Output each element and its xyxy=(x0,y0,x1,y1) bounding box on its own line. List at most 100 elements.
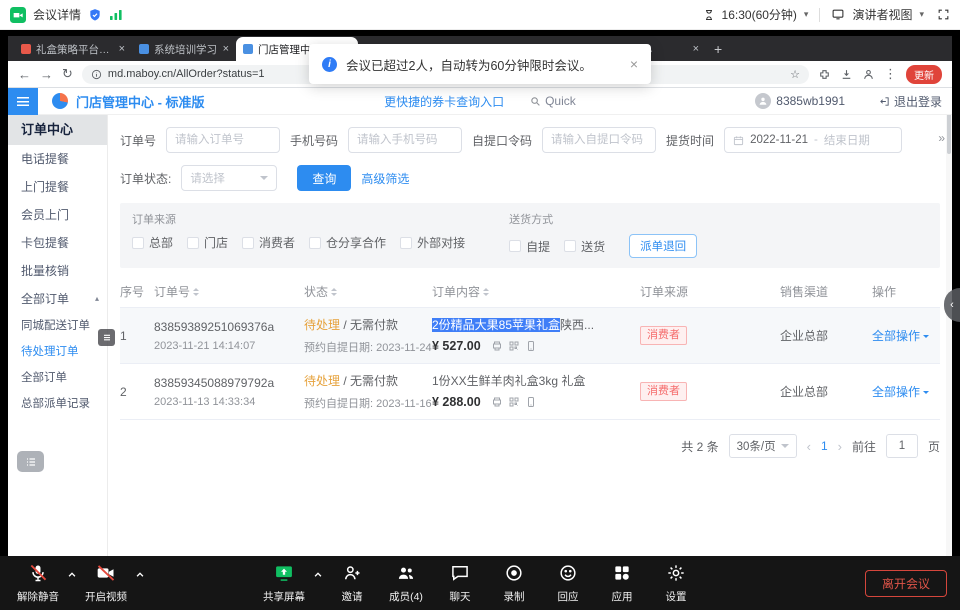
page-unit: 页 xyxy=(928,438,940,455)
filter-collapse-icon[interactable]: » xyxy=(938,131,945,145)
logout-button[interactable]: 退出登录 xyxy=(879,93,942,110)
row-actions-dropdown[interactable]: 全部操作 xyxy=(872,383,940,400)
next-page-button[interactable]: › xyxy=(838,439,842,454)
download-icon[interactable] xyxy=(840,68,853,81)
sidebar-item-hq-dispatch-records[interactable]: 总部派单记录 xyxy=(8,391,107,417)
cell-order-no: 83859345088979792a 2023-11-13 14:33:34 xyxy=(154,376,304,408)
checkbox-source-warehouse-coop[interactable]: 仓分享合作 xyxy=(309,234,386,251)
portal-header: 门店管理中心 - 标准版 更快捷的券卡查询入口 Quick 8385wb1991 xyxy=(8,88,952,115)
record-button[interactable]: 录制 xyxy=(488,556,540,604)
chat-button[interactable]: 聊天 xyxy=(434,556,486,604)
extensions-icon[interactable] xyxy=(818,68,831,81)
coupon-query-link[interactable]: 更快捷的券卡查询入口 xyxy=(384,93,504,110)
sidebar-drag-handle[interactable] xyxy=(98,329,115,346)
sidebar-menu-button[interactable] xyxy=(17,451,44,472)
share-screen-button[interactable]: 共享屏幕 xyxy=(258,556,310,604)
checkbox-source-consumer[interactable]: 消费者 xyxy=(242,234,295,251)
qrcode-icon[interactable] xyxy=(508,396,520,411)
checkbox-source-store[interactable]: 门店 xyxy=(187,234,228,251)
hamburger-menu-icon[interactable] xyxy=(8,88,38,115)
qrcode-icon[interactable] xyxy=(508,340,520,355)
checkbox-source-hq[interactable]: 总部 xyxy=(132,234,173,251)
share-options-chevron[interactable] xyxy=(312,556,324,583)
quick-search[interactable]: Quick xyxy=(530,94,576,108)
sort-icon[interactable] xyxy=(331,285,337,299)
fullscreen-icon[interactable] xyxy=(937,8,950,21)
order-created-time: 2023-11-21 14:14:07 xyxy=(154,340,304,352)
settings-button[interactable]: 设置 xyxy=(650,556,702,604)
leave-meeting-button[interactable]: 离开会议 xyxy=(865,570,947,597)
unmute-button[interactable]: 解除静音 xyxy=(12,556,64,604)
view-mode-caret-icon[interactable]: ▾ xyxy=(919,9,924,20)
security-shield-icon[interactable] xyxy=(88,8,102,22)
sidebar-item-card-pickup[interactable]: 卡包提餐 xyxy=(8,229,107,257)
browser-tab[interactable]: 礼盒策略平台管理中心 × xyxy=(14,37,132,61)
current-page[interactable]: 1 xyxy=(821,439,828,453)
table-row[interactable]: 1 83859389251069376a 2023-11-21 14:14:07… xyxy=(120,308,940,364)
print-icon[interactable] xyxy=(491,396,503,411)
tab-close-icon[interactable]: × xyxy=(693,43,699,55)
sidebar-item-member-visit[interactable]: 会员上门 xyxy=(8,201,107,229)
video-options-chevron[interactable] xyxy=(134,556,146,583)
checkbox-source-external[interactable]: 外部对接 xyxy=(400,234,465,251)
tab-close-icon[interactable]: × xyxy=(223,43,229,55)
order-status-select[interactable]: 请选择 xyxy=(181,165,277,191)
meeting-details-label[interactable]: 会议详情 xyxy=(33,6,81,23)
row-actions-dropdown[interactable]: 全部操作 xyxy=(872,327,940,344)
filter-panel: 订单来源 总部 门店 消费者 仓分享合作 外部对接 送货方式 自提 xyxy=(120,203,940,268)
page-scrollbar[interactable] xyxy=(946,88,952,556)
sidebar-item-pending-orders[interactable]: 待处理订单 xyxy=(8,339,107,365)
pickup-code-input[interactable] xyxy=(542,127,656,153)
dispatch-return-button[interactable]: 派单退回 xyxy=(629,234,697,258)
sidebar-item-batch-verify[interactable]: 批量核销 xyxy=(8,257,107,285)
print-icon[interactable] xyxy=(491,340,503,355)
new-tab-button[interactable]: + xyxy=(714,41,722,57)
sidebar-group-all-orders[interactable]: 全部订单 ▴ xyxy=(8,285,107,313)
tab-close-icon[interactable]: × xyxy=(119,43,125,55)
sidebar-item-all-orders[interactable]: 全部订单 xyxy=(8,365,107,391)
invite-button[interactable]: 邀请 xyxy=(326,556,378,604)
page-size-select[interactable]: 30条/页 xyxy=(729,434,797,458)
user-account[interactable]: 8385wb1991 xyxy=(755,93,845,109)
sidebar-item-door-pickup[interactable]: 上门提餐 xyxy=(8,173,107,201)
browser-menu-icon[interactable]: ⋮ xyxy=(884,66,897,82)
advanced-filter-link[interactable]: 高级筛选 xyxy=(361,170,409,187)
order-no-input[interactable] xyxy=(166,127,280,153)
bookmark-star-icon[interactable]: ☆ xyxy=(790,68,800,81)
sidebar-item-city-delivery-orders[interactable]: 同城配送订单 xyxy=(8,313,107,339)
reload-icon[interactable]: ↻ xyxy=(62,66,73,82)
members-button[interactable]: 成员(4) xyxy=(380,556,432,604)
browser-update-chip[interactable]: 更新 xyxy=(906,65,942,84)
sidebar: 订单中心 电话提餐 上门提餐 会员上门 卡包提餐 批量核销 全部订单 ▴ 同城配… xyxy=(8,115,108,556)
prev-page-button[interactable]: ‹ xyxy=(807,439,811,454)
sort-icon[interactable] xyxy=(193,285,199,299)
phone-input[interactable] xyxy=(348,127,462,153)
timer-caret-icon[interactable]: ▾ xyxy=(804,9,809,20)
sidebar-item-phone-pickup[interactable]: 电话提餐 xyxy=(8,145,107,173)
reaction-button[interactable]: 回应 xyxy=(542,556,594,604)
checkbox-self-pickup[interactable]: 自提 xyxy=(509,238,550,255)
mic-options-chevron[interactable] xyxy=(66,556,78,583)
phone-icon[interactable] xyxy=(525,340,537,355)
table-row[interactable]: 2 83859345088979792a 2023-11-13 14:33:34… xyxy=(120,364,940,420)
profile-icon[interactable] xyxy=(862,68,875,81)
phone-icon[interactable] xyxy=(525,396,537,411)
total-count: 共 2 条 xyxy=(681,438,718,455)
page-info-icon[interactable] xyxy=(91,69,102,80)
start-video-button[interactable]: 开启视频 xyxy=(80,556,132,604)
forward-icon[interactable]: → xyxy=(40,67,53,82)
toast-close-icon[interactable]: × xyxy=(630,56,638,72)
sort-icon[interactable] xyxy=(483,285,489,299)
back-icon[interactable]: ← xyxy=(18,67,31,82)
browser-tab[interactable]: 系统培训学习 × xyxy=(132,37,236,61)
date-range-picker[interactable]: 2022-11-21 - 结束日期 xyxy=(724,127,902,153)
status-badge: 待处理 xyxy=(304,374,340,388)
pickup-code-label: 自提口令码 xyxy=(472,132,532,149)
portal-page: 门店管理中心 - 标准版 更快捷的券卡查询入口 Quick 8385wb1991 xyxy=(8,88,952,556)
network-signal-icon[interactable] xyxy=(109,9,123,21)
search-button[interactable]: 查询 xyxy=(297,165,351,191)
goto-page-input[interactable] xyxy=(886,434,918,458)
checkbox-delivery[interactable]: 送货 xyxy=(564,238,605,255)
reaction-icon xyxy=(558,563,578,586)
apps-button[interactable]: 应用 xyxy=(596,556,648,604)
